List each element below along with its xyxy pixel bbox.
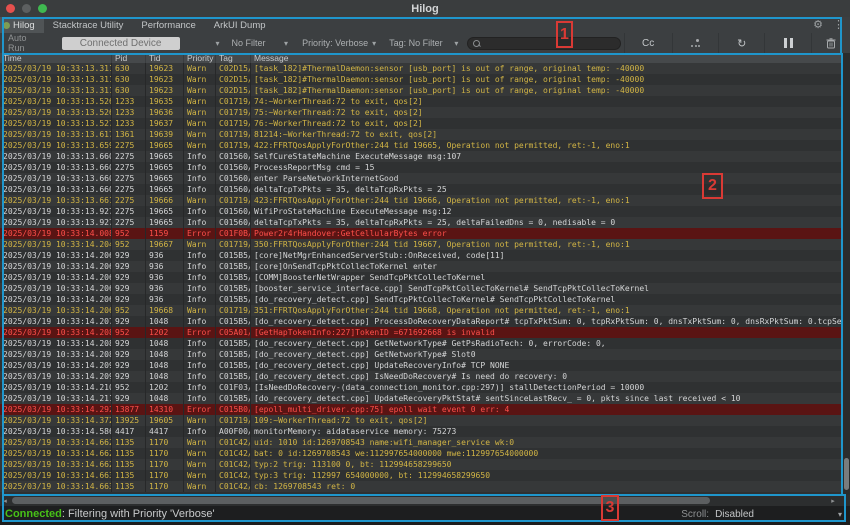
log-row[interactable]: 2025/03/19 10:33:14.206 929 936 Info C01… (0, 250, 843, 261)
log-row[interactable]: 2025/03/19 10:33:14.586 4417 4417 Info A… (0, 426, 843, 437)
titlebar: Hilog (0, 0, 850, 17)
vertical-scrollbar[interactable]: ▼ (843, 53, 850, 495)
log-row[interactable]: 2025/03/19 10:33:14.372 13925 19605 Warn… (0, 415, 843, 426)
log-row[interactable]: 2025/03/19 10:33:14.208 929 1048 Info C0… (0, 338, 843, 349)
log-row[interactable]: 2025/03/19 10:33:14.206 952 19668 Warn C… (0, 305, 843, 316)
log-search-input[interactable] (484, 37, 614, 49)
tab-stacktrace-utility[interactable]: Stacktrace Utility (44, 17, 133, 33)
refresh-icon[interactable]: ↻ (718, 33, 764, 53)
pause-icon[interactable] (764, 33, 811, 53)
column-header-priority[interactable]: Priority (184, 53, 216, 63)
vertical-scrollbar-thumb[interactable] (844, 458, 849, 490)
log-row[interactable]: 2025/03/19 10:33:13.660 2275 19665 Info … (0, 162, 843, 173)
chevron-down-icon: ▾ (838, 510, 842, 519)
log-row[interactable]: 2025/03/19 10:33:14.663 1135 1170 Warn C… (0, 481, 843, 492)
log-table-header: Time Pid Tid Priority Tag Message (0, 53, 843, 63)
column-header-time[interactable]: Time (0, 53, 112, 63)
search-box[interactable] (467, 37, 620, 50)
scroll-mode-value: Disabled (715, 509, 754, 520)
annotation-badge-3: 3 (601, 495, 619, 521)
scroll-mode-label: Scroll: (681, 509, 709, 520)
log-row[interactable]: 2025/03/19 10:33:14.663 1135 1170 Warn C… (0, 470, 843, 481)
device-select-value[interactable]: Connected Device (62, 37, 180, 50)
log-row[interactable]: 2025/03/19 10:33:14.662 1135 1170 Warn C… (0, 448, 843, 459)
connection-status: Connected (5, 508, 62, 520)
column-header-tag[interactable]: Tag (216, 53, 251, 63)
auto-run-button[interactable]: Auto Run (8, 33, 45, 53)
log-row[interactable]: 2025/03/19 10:33:13.927 2275 19665 Info … (0, 206, 843, 217)
annotation-badge-1: 1 (556, 21, 573, 48)
trash-icon[interactable] (811, 33, 850, 53)
log-row[interactable]: 2025/03/19 10:33:13.311 630 19623 Warn C… (0, 74, 843, 85)
status-bar: Connected : Filtering with Priority 'Ver… (0, 506, 850, 522)
tab-strip: Hilog Stacktrace Utility Performance Ark… (0, 17, 850, 33)
log-row[interactable]: 2025/03/19 10:33:14.292 13877 14310 Erro… (0, 404, 843, 415)
log-row[interactable]: 2025/03/19 10:33:13.659 2275 19665 Warn … (0, 140, 843, 151)
chevron-down-icon: ▾ (372, 39, 376, 48)
tab-performance[interactable]: Performance (132, 17, 204, 33)
horizontal-scrollbar[interactable]: ◂ ▸ (0, 495, 850, 506)
log-row[interactable]: 2025/03/19 10:33:14.210 952 1202 Info C0… (0, 382, 843, 393)
match-case-button[interactable]: Cc (624, 33, 672, 53)
toolbar: Auto Run Connected Device ▾ No Filter ▾ … (0, 33, 850, 53)
log-row[interactable]: 2025/03/19 10:33:14.209 929 1048 Info C0… (0, 360, 843, 371)
log-row[interactable]: 2025/03/19 10:33:14.204 952 19667 Warn C… (0, 239, 843, 250)
log-row[interactable]: 2025/03/19 10:33:14.662 1135 1170 Warn C… (0, 459, 843, 470)
chevron-down-icon: ▾ (216, 39, 220, 48)
log-row[interactable]: 2025/03/19 10:33:14.008 952 1159 Error C… (0, 228, 843, 239)
log-row[interactable]: 2025/03/19 10:33:13.617 1361 19639 Warn … (0, 129, 843, 140)
search-icon (473, 40, 480, 47)
scroll-left-arrow-icon[interactable]: ◂ (0, 497, 10, 505)
log-rows: 2025/03/19 10:33:13.311 630 19623 Warn C… (0, 63, 843, 495)
priority-select[interactable]: Priority: Verbose ▾ (302, 38, 376, 48)
filter-select[interactable]: No Filter ▾ (232, 38, 289, 48)
log-row[interactable]: 2025/03/19 10:33:13.311 630 19623 Warn C… (0, 85, 843, 96)
chevron-down-icon: ▾ (284, 39, 288, 48)
hilog-window: Hilog Hilog Stacktrace Utility Performan… (0, 0, 850, 525)
dot-grid-icon[interactable] (672, 33, 719, 53)
kebab-menu-icon[interactable]: ⋮ (833, 20, 844, 31)
chevron-down-icon: ▾ (454, 39, 458, 48)
log-row[interactable]: 2025/03/19 10:33:13.526 1233 19635 Warn … (0, 96, 843, 107)
window-title: Hilog (0, 3, 850, 15)
log-row[interactable]: 2025/03/19 10:33:14.209 929 1048 Info C0… (0, 371, 843, 382)
log-row[interactable]: 2025/03/19 10:33:13.927 2275 19665 Info … (0, 217, 843, 228)
annotation-badge-2: 2 (702, 173, 723, 199)
tab-arkui-dump[interactable]: ArkUI Dump (205, 17, 275, 33)
log-row[interactable]: 2025/03/19 10:33:14.206 929 936 Info C01… (0, 261, 843, 272)
device-status-dot-icon (3, 22, 10, 29)
log-row[interactable]: 2025/03/19 10:33:13.660 2275 19665 Info … (0, 151, 843, 162)
log-row[interactable]: 2025/03/19 10:33:14.207 929 1048 Info C0… (0, 316, 843, 327)
settings-gear-icon[interactable]: ⚙ (813, 20, 823, 31)
tag-filter-select[interactable]: Tag: No Filter ▾ (389, 38, 458, 48)
log-row[interactable]: 2025/03/19 10:33:13.311 630 19623 Warn C… (0, 63, 843, 74)
scroll-mode-select[interactable]: Scroll: Disabled ▾ (681, 509, 850, 520)
device-select[interactable]: Connected Device ▾ (62, 37, 220, 50)
log-row[interactable]: 2025/03/19 10:33:14.208 929 1048 Info C0… (0, 349, 843, 360)
log-row[interactable]: 2025/03/19 10:33:14.206 929 936 Info C01… (0, 294, 843, 305)
log-row[interactable]: 2025/03/19 10:33:14.206 929 936 Info C01… (0, 283, 843, 294)
log-row[interactable]: 2025/03/19 10:33:13.527 1233 19637 Warn … (0, 118, 843, 129)
log-row[interactable]: 2025/03/19 10:33:14.208 952 1202 Error C… (0, 327, 843, 338)
log-row[interactable]: 2025/03/19 10:33:14.662 1135 1170 Warn C… (0, 437, 843, 448)
tab-hilog[interactable]: Hilog (0, 17, 44, 33)
log-row[interactable]: 2025/03/19 10:33:14.206 929 936 Info C01… (0, 272, 843, 283)
log-row[interactable]: 2025/03/19 10:33:13.526 1233 19636 Warn … (0, 107, 843, 118)
column-header-tid[interactable]: Tid (146, 53, 184, 63)
column-header-pid[interactable]: Pid (112, 53, 146, 63)
log-row[interactable]: 2025/03/19 10:33:14.211 929 1048 Info C0… (0, 393, 843, 404)
column-header-message[interactable]: Message (251, 53, 843, 63)
scroll-right-arrow-icon[interactable]: ▸ (828, 497, 838, 505)
status-message: : Filtering with Priority 'Verbose' (62, 508, 215, 520)
